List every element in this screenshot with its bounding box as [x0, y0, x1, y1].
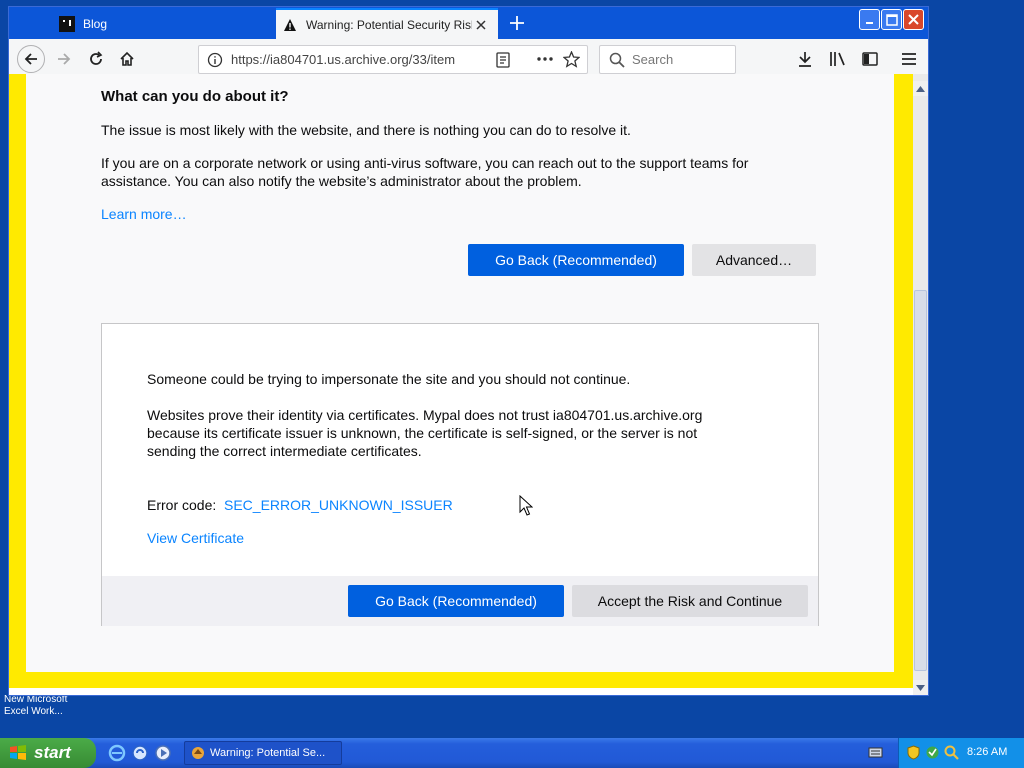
tab-blog[interactable]: Blog: [53, 8, 275, 39]
url-text[interactable]: https://ia804701.us.archive.org/33/item: [231, 52, 461, 67]
page-heading: What can you do about it?: [101, 88, 289, 105]
advanced-button[interactable]: Advanced…: [692, 244, 816, 276]
reader-view-icon[interactable]: [496, 52, 510, 71]
clock: 8:26 AM: [967, 746, 1008, 758]
advanced-panel: Someone could be trying to impersonate t…: [101, 323, 819, 626]
para-corporate-line1: If you are on a corporate network or usi…: [101, 155, 749, 171]
learn-more-link[interactable]: Learn more…: [101, 205, 187, 223]
panel-footer: Go Back (Recommended) Accept the Risk an…: [102, 576, 818, 626]
back-arrow-icon[interactable]: [17, 45, 45, 73]
tab-warning[interactable]: Warning: Potential Security Risk Ah: [276, 8, 498, 39]
security-shield-icon[interactable]: [906, 745, 921, 760]
download-icon[interactable]: [791, 45, 819, 73]
forward-arrow-icon[interactable]: [50, 45, 78, 73]
windows-logo-icon: [10, 745, 26, 760]
start-label: start: [34, 743, 71, 762]
close-button[interactable]: [903, 9, 924, 30]
taskbar: start Warning: Potential Se... 8:26 AM: [0, 738, 1024, 768]
search-icon: [609, 52, 625, 71]
page-actions-icon[interactable]: [536, 50, 554, 71]
new-tab-icon[interactable]: [506, 12, 528, 34]
view-certificate-link[interactable]: View Certificate: [147, 529, 244, 547]
desktop-icon-label-line2: Excel Work...: [4, 706, 63, 717]
para-issue: The issue is most likely with the websit…: [101, 122, 631, 138]
desktop-icon-label[interactable]: New Microsoft Excel Work...: [4, 694, 84, 718]
cert-text-line2: because its certificate issuer is unknow…: [147, 425, 698, 441]
taskbar-item-label: Warning: Potential Se...: [210, 747, 326, 759]
mypal-icon: [192, 747, 204, 759]
media-player-icon[interactable]: [154, 744, 172, 762]
browser-quicklaunch-icon[interactable]: [131, 744, 149, 762]
reload-icon[interactable]: [82, 45, 110, 73]
search-placeholder: Search: [632, 52, 674, 67]
cert-text-line1: Websites prove their identity via certif…: [147, 407, 703, 423]
go-back-button[interactable]: Go Back (Recommended): [468, 244, 684, 276]
go-back-recommended-button[interactable]: Go Back (Recommended): [348, 585, 564, 617]
taskbar-item-browser[interactable]: Warning: Potential Se...: [184, 741, 342, 765]
sidebar-icon[interactable]: [856, 45, 884, 73]
hamburger-menu-icon[interactable]: [895, 45, 923, 73]
cert-text-line3: sending the correct intermediate certifi…: [147, 443, 422, 459]
warning-icon: [282, 17, 298, 33]
scroll-up-icon[interactable]: [913, 81, 928, 96]
home-icon[interactable]: [113, 45, 141, 73]
search-bar[interactable]: Search: [599, 45, 736, 74]
page-content: What can you do about it? The issue is m…: [9, 74, 913, 688]
url-bar[interactable]: https://ia804701.us.archive.org/33/item: [198, 45, 588, 74]
accept-risk-button[interactable]: Accept the Risk and Continue: [572, 585, 808, 617]
tab-strip: Blog Warning: Potential Security Risk Ah: [9, 7, 928, 39]
search-tray-icon[interactable]: [944, 745, 959, 760]
maximize-button[interactable]: [881, 9, 902, 30]
info-icon[interactable]: [207, 52, 223, 71]
scroll-down-icon[interactable]: [913, 680, 928, 695]
mouse-cursor-icon: [519, 494, 534, 521]
library-icon[interactable]: [824, 45, 852, 73]
impersonate-text: Someone could be trying to impersonate t…: [147, 371, 631, 387]
blog-favicon-icon: [59, 15, 75, 32]
error-code-label: Error code:: [147, 497, 217, 513]
error-code-link[interactable]: SEC_ERROR_UNKNOWN_ISSUER: [224, 496, 453, 514]
tab-title: Warning: Potential Security Risk Ah: [306, 17, 472, 32]
keyboard-icon[interactable]: [868, 745, 883, 760]
bookmark-star-icon[interactable]: [562, 50, 581, 71]
internet-explorer-icon[interactable]: [108, 744, 126, 762]
error-page: What can you do about it? The issue is m…: [26, 74, 894, 672]
tab-title: Blog: [83, 16, 108, 31]
system-tray: 8:26 AM: [898, 738, 1024, 768]
para-corporate-line2: assistance. You can also notify the webs…: [101, 173, 582, 189]
tab-close-icon[interactable]: [472, 16, 490, 34]
minimize-button[interactable]: [859, 9, 880, 30]
network-icon[interactable]: [925, 745, 940, 760]
vertical-scrollbar[interactable]: [913, 74, 928, 695]
start-button[interactable]: start: [0, 738, 96, 768]
scroll-thumb[interactable]: [914, 290, 927, 671]
